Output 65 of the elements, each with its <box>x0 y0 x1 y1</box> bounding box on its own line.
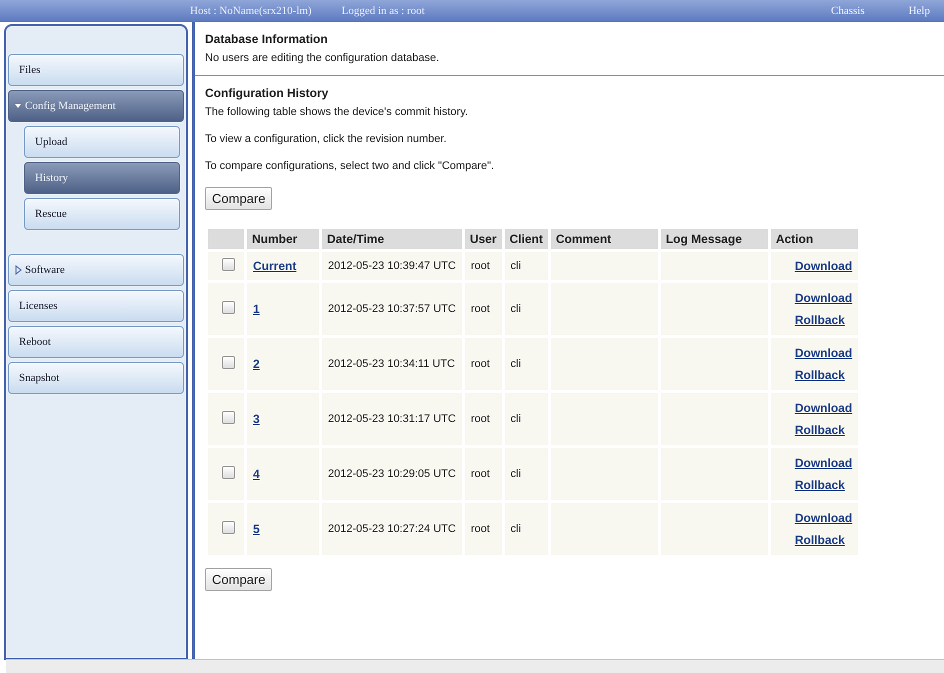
row-checkbox[interactable] <box>222 356 235 369</box>
compare-button[interactable]: Compare <box>205 568 272 591</box>
action-link[interactable]: Rollback <box>794 313 852 327</box>
table-cell: root <box>464 503 502 555</box>
user-label: Logged in as : root <box>342 5 425 17</box>
table-cell: cli <box>504 393 548 445</box>
table-cell: 2012-05-23 10:39:47 UTC <box>322 252 462 280</box>
info-text: The following table shows the device's commit history. <box>205 106 469 118</box>
revision-link[interactable]: 2 <box>253 357 260 371</box>
action-link[interactable]: Download <box>794 456 852 470</box>
sidebar-subitem[interactable]: Rescue <box>24 198 180 230</box>
table-cell: 2012-05-23 10:31:17 UTC <box>322 393 462 445</box>
table-cell: 2012-05-23 10:37:57 UTC <box>322 283 462 335</box>
sidebar-subitem[interactable]: History <box>24 162 180 194</box>
column-header: Comment <box>550 229 658 249</box>
host-label: Host : NoName(srx210-lm) <box>190 5 312 17</box>
section-title: Configuration History <box>205 86 330 100</box>
action-link[interactable]: Rollback <box>794 533 852 547</box>
action-link[interactable]: Download <box>794 401 852 415</box>
action-link[interactable]: Download <box>794 346 852 360</box>
row-checkbox[interactable] <box>222 301 235 314</box>
revision-link[interactable]: 5 <box>253 522 260 536</box>
row-checkbox[interactable] <box>222 521 235 534</box>
action-link[interactable]: Rollback <box>794 368 852 382</box>
info-text: To compare configurations, select two and click "Compare". <box>205 160 496 172</box>
sidebar-item[interactable]: Config Management <box>8 90 184 122</box>
table-cell: 2012-05-23 10:34:11 UTC <box>322 338 462 390</box>
sidebar-subitem[interactable]: Upload <box>24 126 180 158</box>
table-cell: 2012-05-23 10:29:05 UTC <box>322 448 462 500</box>
action-link[interactable]: Download <box>794 291 852 305</box>
row-checkbox[interactable] <box>222 411 235 424</box>
table-cell: root <box>464 448 502 500</box>
table-cell: cli <box>504 503 548 555</box>
sidebar-item[interactable]: Licenses <box>8 290 184 322</box>
column-header: Log Message <box>660 229 768 249</box>
column-header: Date/Time <box>322 229 462 249</box>
sidebar-item[interactable]: Reboot <box>8 326 184 358</box>
row-checkbox[interactable] <box>222 466 235 479</box>
column-header: User <box>464 229 502 249</box>
column-header: Action <box>770 229 858 249</box>
sidebar-item[interactable]: Software <box>8 254 184 286</box>
revision-link[interactable]: 3 <box>253 412 260 426</box>
sidebar-item[interactable]: Files <box>8 54 184 86</box>
column-header: Client <box>504 229 548 249</box>
revision-link[interactable]: 1 <box>253 302 260 316</box>
table-cell: cli <box>504 252 548 280</box>
table-cell: root <box>464 393 502 445</box>
row-checkbox[interactable] <box>222 258 235 271</box>
revision-link[interactable]: 4 <box>253 467 260 481</box>
sidebar-item[interactable]: Snapshot <box>8 362 184 394</box>
table-cell: cli <box>504 338 548 390</box>
table-cell: root <box>464 252 502 280</box>
info-text: To view a configuration, click the revision number. <box>205 133 448 145</box>
section-title: Database Information <box>205 32 329 46</box>
action-link[interactable]: Rollback <box>794 478 852 492</box>
action-link[interactable]: Download <box>794 511 852 525</box>
table-cell: root <box>464 283 502 335</box>
column-header: Number <box>247 229 319 249</box>
info-text: No users are editing the configuration database. <box>205 52 440 64</box>
table-cell: root <box>464 338 502 390</box>
action-link[interactable]: Rollback <box>794 423 852 437</box>
table-cell: cli <box>504 448 548 500</box>
compare-button[interactable]: Compare <box>205 187 272 210</box>
table-cell: cli <box>504 283 548 335</box>
table-cell: 2012-05-23 10:27:24 UTC <box>322 503 462 555</box>
